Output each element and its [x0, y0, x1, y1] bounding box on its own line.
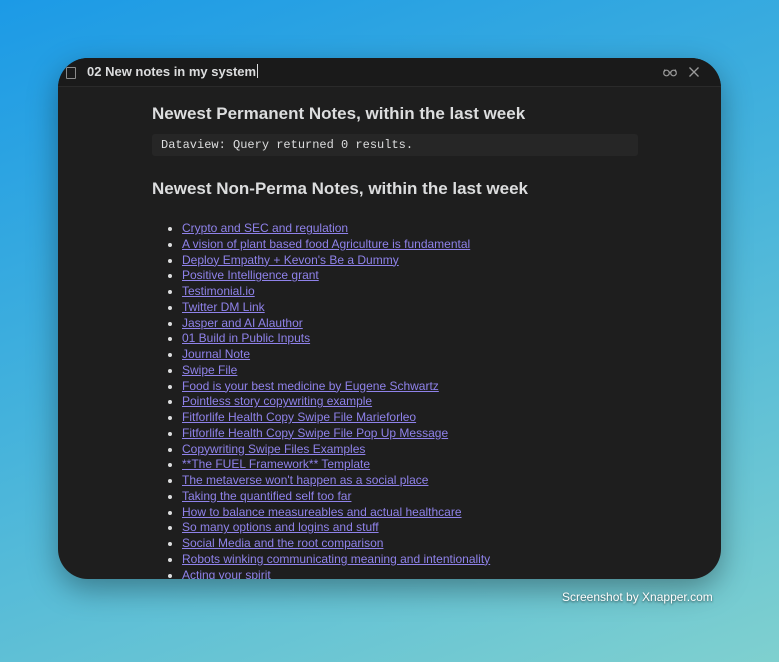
list-item: Fitforlife Health Copy Swipe File Marief… [182, 410, 490, 426]
screenshot-credit: Screenshot by Xnapper.com [562, 590, 713, 604]
note-window: 02 New notes in my system Newest Permane… [58, 58, 721, 579]
list-item: 01 Build in Public Inputs [182, 331, 490, 347]
note-link[interactable]: Testimonial.io [182, 284, 255, 298]
list-item: Journal Note [182, 347, 490, 363]
note-link[interactable]: Food is your best medicine by Eugene Sch… [182, 379, 439, 393]
note-link[interactable]: A vision of plant based food Agriculture… [182, 237, 470, 251]
list-item: Social Media and the root comparison [182, 536, 490, 552]
note-link[interactable]: Twitter DM Link [182, 300, 265, 314]
permanent-notes-heading: Newest Permanent Notes, within the last … [152, 104, 526, 123]
close-icon[interactable] [686, 64, 702, 80]
note-link[interactable]: **The FUEL Framework** Template [182, 457, 370, 471]
list-item: The metaverse won't happen as a social p… [182, 473, 490, 489]
note-link[interactable]: The metaverse won't happen as a social p… [182, 473, 428, 487]
list-item: Positive Intelligence grant [182, 268, 490, 284]
list-item: Crypto and SEC and regulation [182, 221, 490, 237]
list-item: Food is your best medicine by Eugene Sch… [182, 379, 490, 395]
list-item: Jasper and AI Alauthor [182, 316, 490, 332]
note-link[interactable]: Crypto and SEC and regulation [182, 221, 348, 235]
list-item: A vision of plant based food Agriculture… [182, 237, 490, 253]
list-item: Testimonial.io [182, 284, 490, 300]
non-perma-notes-heading: Newest Non-Perma Notes, within the last … [152, 179, 528, 198]
list-item: Pointless story copywriting example [182, 394, 490, 410]
note-link[interactable]: Acting your spirit [182, 568, 271, 580]
note-link[interactable]: Journal Note [182, 347, 250, 361]
list-item: Twitter DM Link [182, 300, 490, 316]
note-link[interactable]: Copywriting Swipe Files Examples [182, 442, 365, 456]
note-link[interactable]: Taking the quantified self too far [182, 489, 351, 503]
list-item: Deploy Empathy + Kevon's Be a Dummy [182, 253, 490, 269]
note-link[interactable]: Fitforlife Health Copy Swipe File Pop Up… [182, 426, 448, 440]
list-item: How to balance measureables and actual h… [182, 505, 490, 521]
text-caret [257, 64, 259, 78]
note-link[interactable]: Swipe File [182, 363, 237, 377]
note-link[interactable]: Jasper and AI Alauthor [182, 316, 303, 330]
list-item: Copywriting Swipe Files Examples [182, 442, 490, 458]
list-item: Acting your spirit [182, 568, 490, 580]
note-link[interactable]: Deploy Empathy + Kevon's Be a Dummy [182, 253, 399, 267]
note-link[interactable]: Social Media and the root comparison [182, 536, 383, 550]
note-title-field[interactable]: 02 New notes in my system [87, 64, 259, 79]
notes-list: Crypto and SEC and regulation A vision of… [152, 221, 490, 579]
list-item: Fitforlife Health Copy Swipe File Pop Up… [182, 426, 490, 442]
list-item: Robots winking communicating meaning and… [182, 552, 490, 568]
note-link[interactable]: Pointless story copywriting example [182, 394, 372, 408]
note-link[interactable]: Robots winking communicating meaning and… [182, 552, 490, 566]
note-link[interactable]: So many options and logins and stuff [182, 520, 379, 534]
note-content: Newest Permanent Notes, within the last … [152, 86, 638, 579]
title-bar: 02 New notes in my system [58, 58, 721, 87]
note-link[interactable]: Fitforlife Health Copy Swipe File Marief… [182, 410, 416, 424]
list-item: **The FUEL Framework** Template [182, 457, 490, 473]
list-item: Swipe File [182, 363, 490, 379]
note-link[interactable]: Positive Intelligence grant [182, 268, 319, 282]
note-title[interactable]: 02 New notes in my system [87, 64, 256, 79]
document-icon [66, 67, 76, 79]
list-item: Taking the quantified self too far [182, 489, 490, 505]
reading-view-icon[interactable] [662, 64, 678, 80]
note-link[interactable]: How to balance measureables and actual h… [182, 505, 462, 519]
dataview-query-result: Dataview: Query returned 0 results. [152, 134, 638, 156]
list-item: So many options and logins and stuff [182, 520, 490, 536]
note-link[interactable]: 01 Build in Public Inputs [182, 331, 310, 345]
